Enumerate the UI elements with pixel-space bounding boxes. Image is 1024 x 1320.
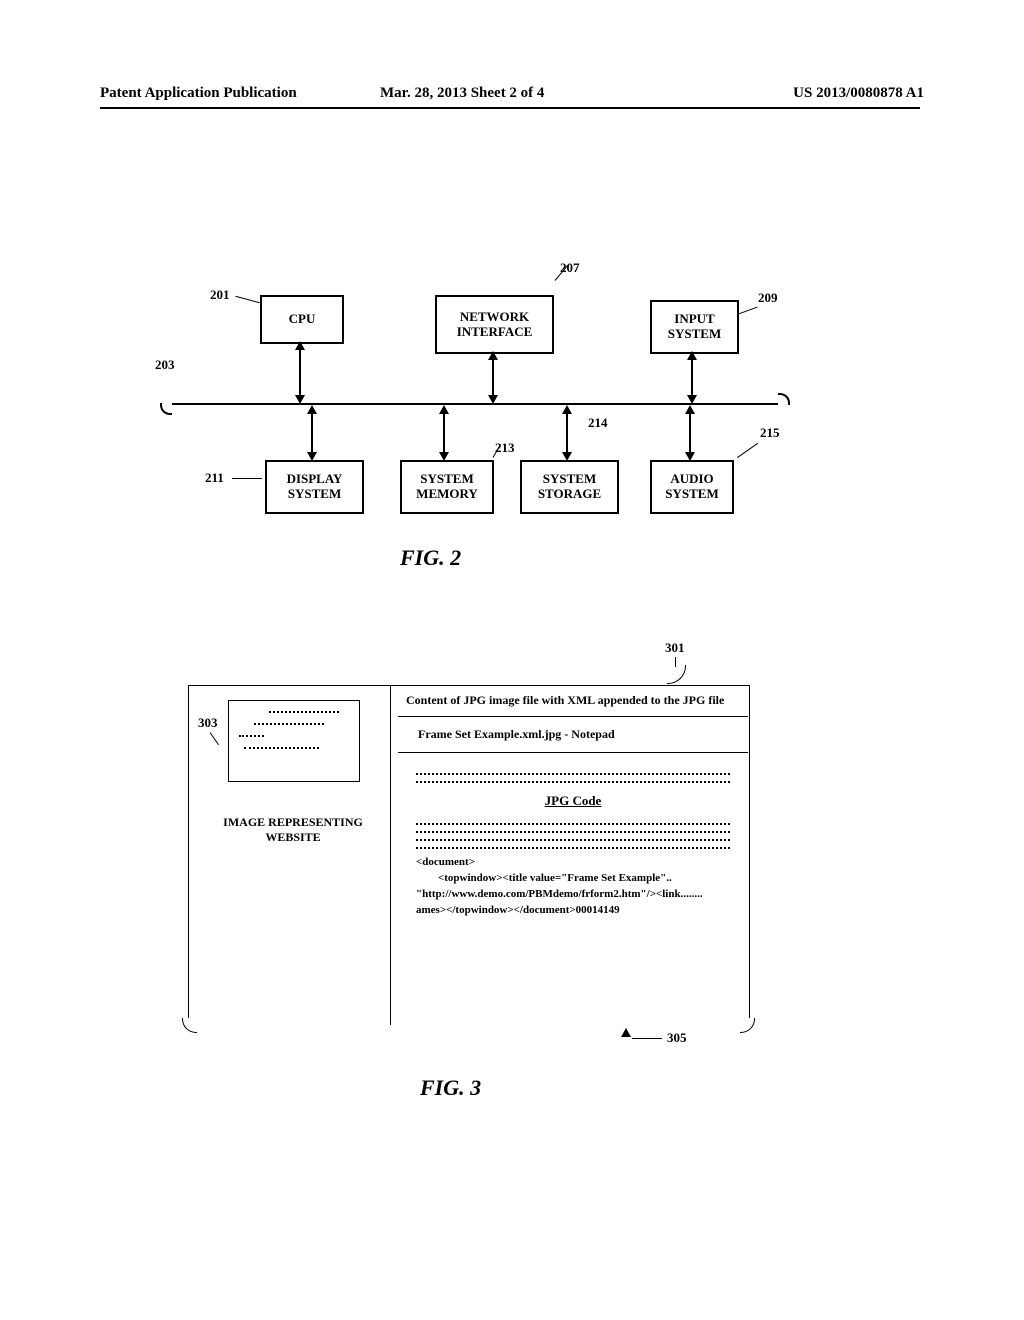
- arrow-cpu-down: [295, 395, 305, 404]
- xml-snippet: <document> <topwindow><title value="Fram…: [416, 855, 730, 919]
- content-heading: Content of JPG image file with XML appen…: [398, 685, 748, 717]
- code-area: JPG Code <document> <topwindow><title va…: [398, 753, 748, 933]
- fig3-caption: FIG. 3: [420, 1075, 481, 1101]
- conn-net: [492, 358, 494, 395]
- input-label: INPUT SYSTEM: [668, 312, 721, 342]
- arrow-net-up: [488, 351, 498, 360]
- arrow-305: [621, 1028, 631, 1037]
- conn-input: [691, 358, 693, 395]
- ref-215: 215: [760, 425, 780, 441]
- storage-label: SYSTEM STORAGE: [538, 472, 601, 502]
- ref-214: 214: [588, 415, 608, 431]
- patent-figure-page: Patent Application Publication Mar. 28, …: [0, 0, 1024, 1320]
- figure-2-diagram: CPU NETWORK INTERFACE INPUT SYSTEM DISPL…: [160, 265, 800, 575]
- arrow-disp-up: [307, 405, 317, 414]
- audio-label: AUDIO SYSTEM: [665, 472, 718, 502]
- image-thumbnail-panel: IMAGE REPRESENTING WEBSITE: [188, 685, 388, 1025]
- audio-system-block: AUDIO SYSTEM: [650, 460, 734, 514]
- header-right: US 2013/0080878 A1: [793, 85, 924, 102]
- arrow-input-up: [687, 351, 697, 360]
- lead-305: [632, 1038, 662, 1039]
- conn-cpu: [299, 348, 301, 395]
- conn-aud: [689, 413, 691, 453]
- display-label: DISPLAY SYSTEM: [287, 472, 343, 502]
- lead-201: [235, 296, 259, 303]
- conn-disp: [311, 413, 313, 453]
- arrow-disp-down: [307, 452, 317, 461]
- lead-301-curve: [667, 665, 686, 684]
- arrow-net-down: [488, 395, 498, 404]
- ref-301: 301: [665, 640, 685, 656]
- website-thumbnail: [228, 700, 360, 782]
- arrow-cpu-up: [295, 341, 305, 350]
- ref-203: 203: [155, 357, 175, 373]
- ref-207: 207: [560, 260, 580, 276]
- box-break-left: [182, 1018, 197, 1033]
- file-content-panel: Content of JPG image file with XML appen…: [398, 685, 748, 1025]
- ref-201: 201: [210, 287, 230, 303]
- conn-mem: [443, 413, 445, 453]
- panel-divider: [390, 685, 391, 1025]
- system-storage-block: SYSTEM STORAGE: [520, 460, 619, 514]
- notepad-title: Frame Set Example.xml.jpg - Notepad: [398, 717, 748, 753]
- cpu-block: CPU: [260, 295, 344, 344]
- ref-209: 209: [758, 290, 778, 306]
- ref-211: 211: [205, 470, 224, 486]
- ref-305: 305: [667, 1030, 687, 1046]
- arrow-input-down: [687, 395, 697, 404]
- arrow-mem-up: [439, 405, 449, 414]
- display-system-block: DISPLAY SYSTEM: [265, 460, 364, 514]
- network-interface-block: NETWORK INTERFACE: [435, 295, 554, 354]
- figure-3-diagram: 301 IMAGE REPRESENTING WEBSITE 303 Conte…: [180, 670, 760, 1050]
- lead-209: [738, 307, 757, 315]
- arrow-stor-down: [562, 452, 572, 461]
- bus-break-left: [160, 403, 172, 415]
- arrow-mem-down: [439, 452, 449, 461]
- lead-211: [232, 478, 262, 479]
- input-system-block: INPUT SYSTEM: [650, 300, 739, 354]
- arrow-stor-up: [562, 405, 572, 414]
- header-rule: [100, 107, 920, 109]
- bus-break-right: [778, 393, 790, 405]
- cpu-label: CPU: [289, 312, 316, 327]
- header-left: Patent Application Publication: [100, 85, 297, 102]
- fig2-caption: FIG. 2: [400, 545, 461, 571]
- ref-303: 303: [198, 715, 218, 731]
- system-memory-block: SYSTEM MEMORY: [400, 460, 494, 514]
- arrow-aud-up: [685, 405, 695, 414]
- lead-215: [737, 443, 758, 458]
- jpg-code-label: JPG Code: [416, 793, 730, 809]
- box-break-right: [740, 1018, 755, 1033]
- arrow-aud-down: [685, 452, 695, 461]
- memory-label: SYSTEM MEMORY: [416, 472, 478, 502]
- conn-stor: [566, 413, 568, 453]
- network-label: NETWORK INTERFACE: [437, 310, 552, 340]
- website-thumbnail-label: IMAGE REPRESENTING WEBSITE: [213, 815, 373, 845]
- header-center: Mar. 28, 2013 Sheet 2 of 4: [380, 85, 544, 102]
